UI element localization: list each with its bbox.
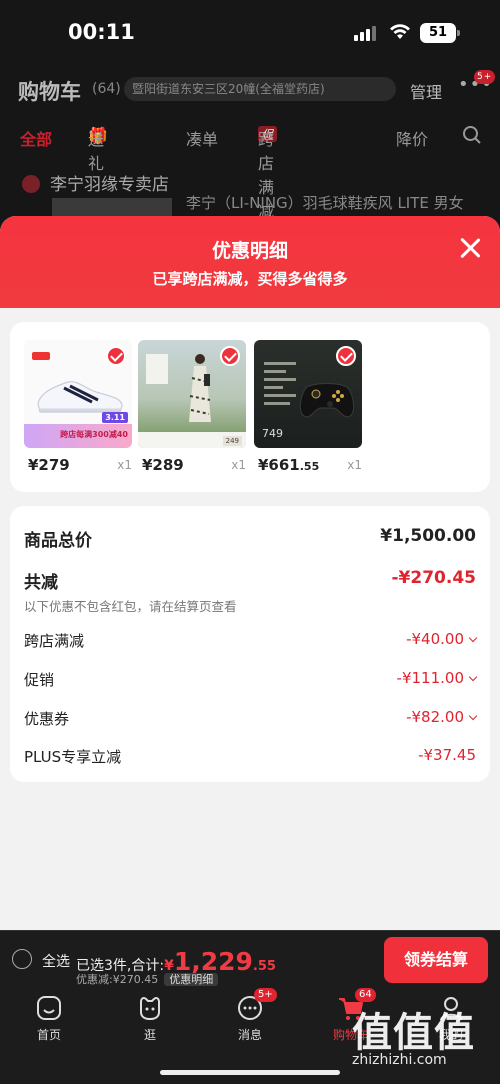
tab-home[interactable]: 首页 (14, 994, 84, 1043)
total-reduce-label: 共减 (24, 573, 58, 593)
item-qty: x1 (117, 458, 132, 472)
total-reduce-value: -¥270.45 (391, 568, 477, 588)
sheet-title: 优惠明细 (211, 240, 288, 262)
message-badge: 5+ (254, 988, 277, 1002)
item-qty: x1 (347, 458, 362, 472)
item-price: ¥661.55 (258, 456, 320, 474)
item-qty: x1 (231, 458, 246, 472)
product-image: 249 (138, 340, 246, 448)
price-tag: 249 (222, 436, 242, 446)
discount-row-cross-store[interactable]: 跨店满减 -¥40.00 (24, 630, 478, 654)
brand-card (146, 354, 168, 384)
cart-background: 购物车 (64) 暨阳街道东安三区20幢(全福堂药店) 管理 ••• 5+ 全部 … (0, 66, 500, 226)
filter-tabs: 全部 🎁 送礼 凑单 促跨店满减 降价 (0, 125, 500, 221)
tab-explore[interactable]: 逛 (115, 994, 185, 1043)
product-title: 李宁（LI-NING）羽毛球鞋疾风 LITE 男女 (186, 194, 464, 212)
sneaker-icon (37, 381, 123, 413)
shop-name[interactable]: 李宁羽缘专卖店 (22, 170, 169, 195)
address-selector[interactable]: 暨阳街道东安三区20幢(全福堂药店) (124, 77, 396, 101)
checkout-button[interactable]: 领券结算 (384, 937, 488, 983)
signal-icon (354, 26, 376, 41)
item-check-icon[interactable] (106, 346, 126, 366)
gamepad-icon (299, 383, 355, 418)
image-price-text: 749 (262, 427, 283, 440)
watermark-site: zhizhizhi.com (352, 1052, 447, 1068)
product-image: 3.11 跨店每满300减40 (24, 340, 132, 448)
status-time: 00:11 (68, 20, 135, 44)
watermark-logo: 值值值 (352, 1010, 475, 1056)
item-check-icon[interactable] (336, 346, 356, 366)
summary-card: 商品总价 ¥1,500.00 共减 -¥270.45 以下优惠不包含红包，请在结… (10, 506, 490, 782)
saved-amount: 优惠减:¥270.45 优惠明细 (76, 971, 219, 987)
discount-note: 以下优惠不包含红包，请在结算页查看 (24, 599, 237, 614)
more-icon[interactable]: ••• 5+ (458, 70, 496, 95)
tab-messages[interactable]: 5+ 消息 (215, 988, 285, 1043)
model-icon (189, 354, 211, 422)
sheet-subtitle: 已享跨店满减，买得多省得多 (152, 270, 348, 288)
manage-button[interactable]: 管理 (410, 79, 442, 103)
filter-price-drop[interactable]: 降价 (396, 126, 428, 150)
item-price: ¥289 (142, 456, 184, 474)
total-reduce-row: 共减 -¥270.45 (24, 568, 477, 593)
total-price-row: 商品总价 ¥1,500.00 (24, 526, 476, 551)
discount-row-plus: PLUS专享立减 -¥37.45 (24, 746, 476, 766)
filter-coudan[interactable]: 凑单 (186, 126, 218, 150)
brand-logo (32, 352, 50, 360)
more-badge: 5+ (474, 70, 496, 84)
image-text-lines (264, 362, 296, 410)
battery-icon: 51 (420, 23, 460, 43)
discount-detail-sheet: 优惠明细 已享跨店满减，买得多省得多 3.11 跨店每满300减40 ¥279 … (0, 216, 500, 930)
sheet-header: 优惠明细 已享跨店满减，买得多省得多 (0, 216, 500, 308)
wifi-icon (390, 24, 410, 39)
total-price-value: ¥1,500.00 (380, 526, 476, 546)
chevron-down-icon (468, 672, 478, 682)
home-icon (37, 996, 61, 1020)
item-sneaker[interactable]: 3.11 跨店每满300减40 ¥279 x1 (24, 340, 132, 474)
select-all-label[interactable]: 全选 (42, 951, 70, 971)
item-price: ¥279 (28, 456, 70, 474)
total-price-label: 商品总价 (24, 531, 92, 551)
chevron-down-icon (468, 633, 478, 643)
home-indicator (160, 1070, 340, 1075)
item-check-icon[interactable] (220, 346, 240, 366)
cart-count: (64) (92, 81, 121, 97)
item-dress[interactable]: 249 ¥289 x1 (138, 340, 246, 474)
checkout-bar: 全选 已选3件,合计:¥1,229.55 优惠减:¥270.45 优惠明细 领券结… (0, 930, 500, 988)
discount-detail-link[interactable]: 优惠明细 (164, 973, 219, 986)
filter-all[interactable]: 全部 (20, 126, 52, 150)
item-controller[interactable]: 749 ¥661.55 x1 (254, 340, 362, 474)
explore-icon (140, 997, 160, 1021)
select-all-radio[interactable] (12, 949, 32, 969)
close-icon[interactable] (458, 236, 482, 260)
discount-row-coupon[interactable]: 优惠券 -¥82.00 (24, 708, 478, 732)
product-image: 749 (254, 340, 362, 448)
status-bar: 00:11 51 (0, 0, 500, 66)
promo-date: 3.11 (102, 412, 128, 423)
cart-title: 购物车 (18, 80, 81, 104)
promo-strip: 跨店每满300减40 (24, 424, 132, 448)
search-icon[interactable] (462, 125, 482, 149)
shop-check-icon[interactable] (22, 175, 40, 193)
items-card: 3.11 跨店每满300减40 ¥279 x1 249 ¥289 x1 749 … (10, 322, 490, 492)
chevron-down-icon (468, 711, 478, 721)
discount-row-promotion[interactable]: 促销 -¥111.00 (24, 669, 478, 693)
